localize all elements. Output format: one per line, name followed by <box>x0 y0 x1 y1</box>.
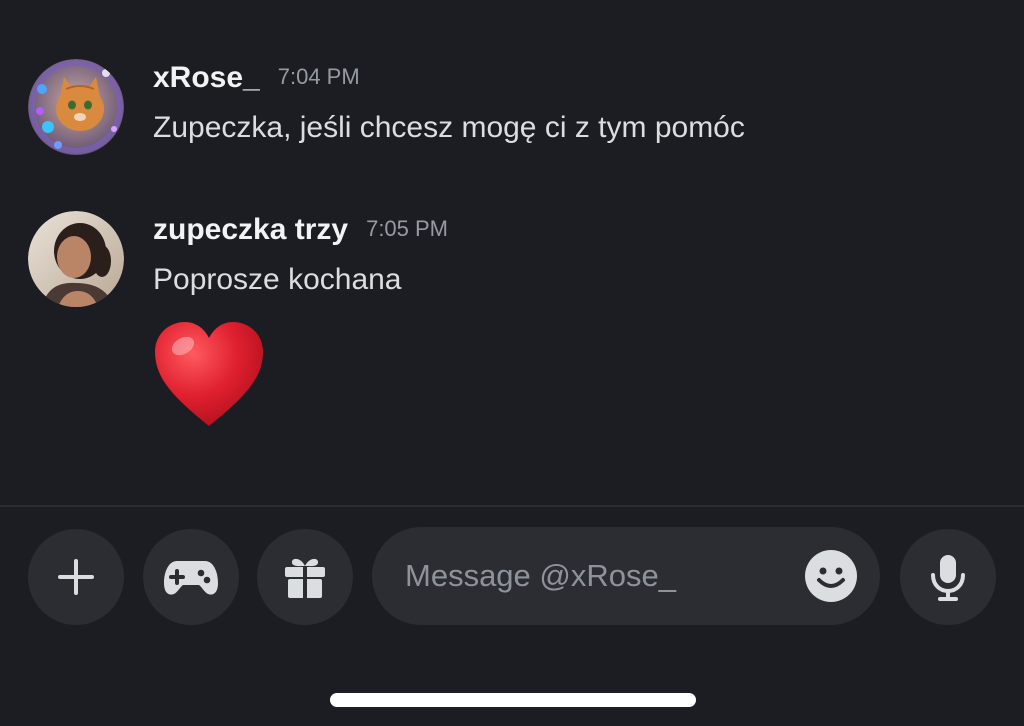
add-button[interactable] <box>28 529 124 625</box>
message-text: Zupeczka, jeśli chcesz mogę ci z tym pom… <box>153 111 745 144</box>
message-timestamp: 7:04 PM <box>277 64 360 89</box>
gift-button[interactable] <box>257 529 353 625</box>
gamepad-icon <box>164 561 218 595</box>
username-text: zupeczka trzy <box>153 213 349 246</box>
gift-icon <box>285 558 325 598</box>
voice-message-button[interactable] <box>900 529 996 625</box>
microphone-icon <box>931 555 965 601</box>
activities-button[interactable] <box>143 529 239 625</box>
message-text: Poprosze kochana <box>153 263 402 296</box>
avatar[interactable] <box>28 211 124 307</box>
message-timestamp: 7:05 PM <box>366 216 449 241</box>
message-username[interactable]: xRose_ 7:04 PM <box>153 61 360 95</box>
plus-icon <box>58 559 94 595</box>
avatar[interactable] <box>28 59 124 155</box>
smile-icon[interactable] <box>804 549 858 603</box>
composer-divider <box>0 505 1024 507</box>
heart-emoji-icon <box>155 322 263 426</box>
message-username[interactable]: zupeczka trzy 7:05 PM <box>153 213 448 247</box>
message-list: xRose_ 7:04 PM Zupeczka, jeśli chcesz mog… <box>0 0 1024 506</box>
username-text: xRose_ <box>153 61 260 94</box>
home-indicator[interactable] <box>330 693 696 707</box>
message-composer <box>372 527 880 625</box>
message-input[interactable] <box>405 551 785 601</box>
